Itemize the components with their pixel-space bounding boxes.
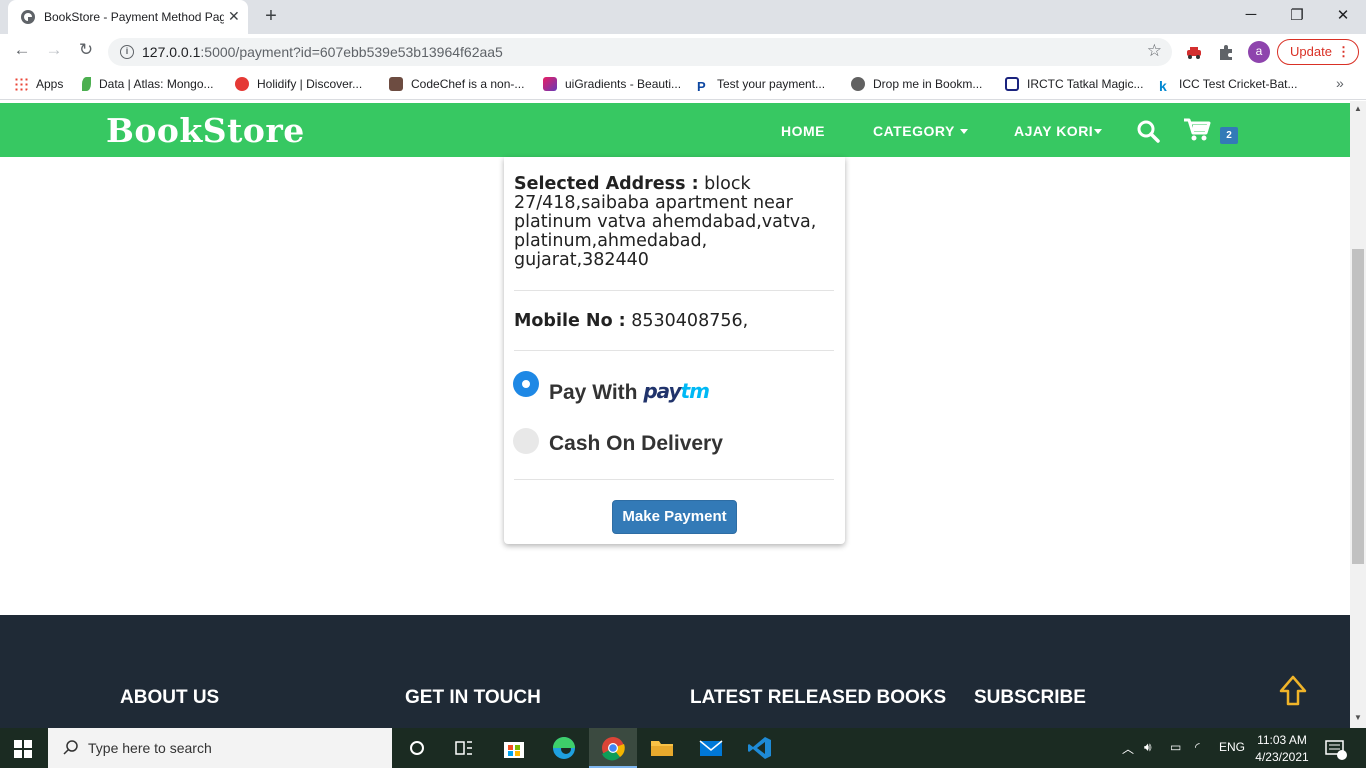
cart-icon[interactable] [1183,117,1211,143]
task-view-icon[interactable] [449,734,479,762]
extension-car-icon[interactable] [1185,43,1203,61]
tab-title: BookStore - Payment Method Page [44,10,224,24]
url-text[interactable]: 127.0.0.1:5000/payment?id=607ebb539e53b1… [142,44,503,60]
cod-option-label[interactable]: Cash On Delivery [549,432,723,456]
holidify-icon [235,77,249,91]
search-icon[interactable] [1136,119,1160,143]
divider [514,290,834,291]
uigradients-icon [543,77,557,91]
browser-tab[interactable]: BookStore - Payment Method Page ✕ [8,0,248,34]
browser-tab-strip: BookStore - Payment Method Page ✕ + ─ ❐ … [0,0,1366,34]
bookmark-uigradients[interactable]: uiGradients - Beauti... [543,77,681,91]
bookmark-holidify[interactable]: Holidify | Discover... [235,77,362,91]
chrome-icon[interactable] [598,734,628,762]
scroll-up-arrow-icon[interactable]: ▲ [1354,104,1362,113]
cortana-icon[interactable] [402,734,432,762]
browser-toolbar: ← → ↻ i 127.0.0.1:5000/payment?id=607ebb… [0,34,1366,70]
address-bar[interactable]: i 127.0.0.1:5000/payment?id=607ebb539e53… [108,38,1172,66]
bookmark-apps[interactable]: Apps [14,77,63,91]
web-page: BookStore HOME CATEGORY AJAY KORI 2 Sele… [0,101,1350,728]
codechef-icon [389,77,403,91]
search-icon [63,740,78,755]
apps-grid-icon [14,77,28,91]
windows-start-icon[interactable] [14,740,32,758]
mobile-number: Mobile No : 8530408756, [514,311,749,331]
bookmark-star-icon[interactable]: ☆ [1147,41,1162,61]
paytm-radio[interactable] [513,371,539,397]
back-button[interactable]: ← [10,40,34,60]
mail-icon[interactable] [696,734,726,762]
new-tab-button[interactable]: + [260,5,282,28]
vscode-icon[interactable] [745,734,775,762]
scrollbar-thumb[interactable] [1352,249,1364,564]
info-icon[interactable]: i [120,45,134,59]
footer-subscribe-heading: SUBSCRIBE [974,687,1086,708]
bookmark-dropme[interactable]: Drop me in Bookm... [851,77,982,91]
paypal-icon: P [697,79,706,94]
close-window-button[interactable]: ✕ [1328,6,1358,24]
reload-button[interactable]: ↻ [74,40,98,60]
bookmarks-overflow-icon[interactable]: » [1336,75,1344,91]
globe-icon [21,10,35,24]
volume-icon[interactable]: 🔊︎ [1144,740,1152,755]
bookmark-icc[interactable]: k ICC Test Cricket-Bat... [1159,77,1297,94]
bookmarks-bar: Apps Data | Atlas: Mongo... Holidify | D… [0,70,1366,100]
close-tab-icon[interactable]: ✕ [228,8,240,25]
windows-taskbar: Type here to search ︿ 🔊︎ ▭ ◜ ENG 11:03 A… [0,728,1366,768]
nav-user-dropdown[interactable]: AJAY KORI [1014,123,1103,139]
caret-down-icon [959,129,968,134]
bookmark-payment[interactable]: P Test your payment... [697,77,825,94]
cart-count-badge[interactable]: 2 [1220,127,1238,144]
bookmark-codechef[interactable]: CodeChef is a non-... [389,77,524,91]
forward-button[interactable]: → [42,40,66,60]
extensions-puzzle-icon[interactable] [1217,43,1235,61]
paytm-logo: paytm [643,379,710,403]
tray-overflow-icon[interactable]: ︿ [1122,740,1134,757]
profile-avatar[interactable]: a [1248,41,1270,63]
file-explorer-icon[interactable] [647,734,677,762]
payment-card: Selected Address : block 27/418,saibaba … [504,157,845,544]
update-button[interactable]: Update ⋮ [1277,39,1359,65]
footer-about-heading: ABOUT US [120,687,220,708]
paytm-option-label[interactable]: Pay With paytm [549,379,710,405]
bookmark-irctc[interactable]: IRCTC Tatkal Magic... [1005,77,1143,91]
footer-contact-heading: GET IN TOUCH [405,687,541,708]
bookmark-mongo[interactable]: Data | Atlas: Mongo... [82,77,214,91]
cod-radio[interactable] [513,428,539,454]
maximize-button[interactable]: ❐ [1282,6,1312,24]
notifications-icon[interactable] [1320,734,1350,762]
site-footer: ABOUT US GET IN TOUCH LATEST RELEASED BO… [0,615,1350,728]
divider [514,350,834,351]
edge-icon[interactable] [549,734,579,762]
scroll-down-arrow-icon[interactable]: ▼ [1354,713,1362,722]
scroll-to-top-arrow-icon[interactable] [1279,675,1307,707]
selected-address: Selected Address : block 27/418,saibaba … [514,174,817,270]
train-icon [1005,77,1019,91]
footer-latest-heading: LATEST RELEASED BOOKS [690,687,947,708]
globe-icon [851,77,865,91]
battery-icon[interactable]: ▭ [1170,740,1181,754]
site-logo[interactable]: BookStore [106,111,305,150]
k-icon: k [1159,78,1167,94]
taskbar-search-box[interactable]: Type here to search [48,728,392,768]
wifi-icon[interactable]: ◜ [1195,740,1200,754]
divider [514,479,834,480]
language-indicator[interactable]: ENG [1219,740,1245,754]
taskbar-clock[interactable]: 11:03 AM 4/23/2021 [1252,732,1312,766]
site-navbar: BookStore HOME CATEGORY AJAY KORI 2 [0,103,1350,157]
page-scrollbar[interactable]: ▲ ▼ [1350,101,1366,728]
make-payment-button[interactable]: Make Payment [612,500,737,534]
nav-home-link[interactable]: HOME [781,123,825,139]
store-icon[interactable] [499,734,529,762]
minimize-button[interactable]: ─ [1236,6,1266,23]
taskbar-search-placeholder: Type here to search [88,740,212,756]
caret-down-icon [1094,129,1103,134]
nav-category-dropdown[interactable]: CATEGORY [873,123,968,139]
leaf-icon [82,77,91,91]
